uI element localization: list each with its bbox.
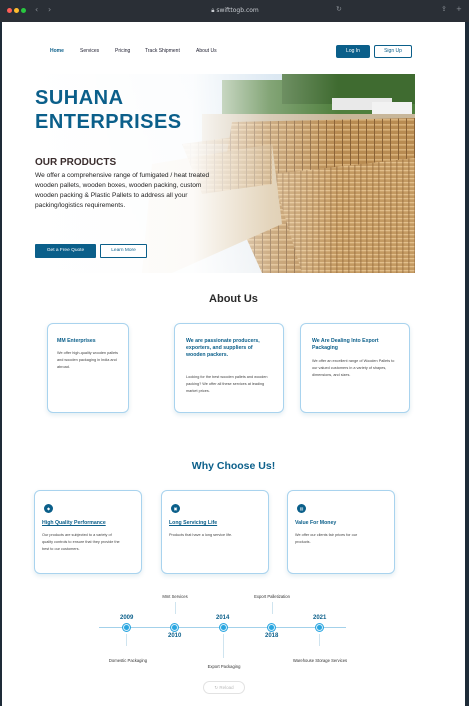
hero-section: SUHANA ENTERPRISES OUR PRODUCTS We offer… [32, 74, 415, 273]
learn-more-button[interactable]: Learn More [100, 244, 147, 258]
reload-icon: ↻ [214, 685, 219, 690]
share-icon[interactable]: ⇪ [441, 5, 447, 13]
about-card: MM Enterprises We offer high-quality woo… [47, 323, 129, 413]
nav-pricing[interactable]: Pricing [115, 48, 130, 54]
browser-window: ‹ › 🔒︎ swifttogb.com ↻ ⇪ + Home Services… [0, 0, 469, 706]
back-arrow-icon[interactable]: ‹ [35, 5, 38, 14]
timeline-stem [175, 602, 176, 614]
about-card: We Are Dealing Into Export Packaging We … [300, 323, 410, 413]
timeline-label: Mmt Services [162, 594, 188, 599]
timeline-node[interactable] [220, 624, 227, 631]
hero-title-line1: SUHANA [35, 87, 124, 109]
about-card-title: We Are Dealing Into Export Packaging [312, 338, 379, 351]
about-card-text: We offer an excellent range of Wooden Pa… [312, 359, 395, 377]
browser-toolbar: ‹ › 🔒︎ swifttogb.com ↻ ⇪ + [0, 0, 469, 22]
timeline-stem [223, 634, 224, 658]
tag-icon: ▤ [297, 504, 306, 513]
close-dot[interactable] [7, 8, 12, 13]
signup-button[interactable]: Sign Up [374, 45, 412, 58]
timeline-label: Export Packaging [207, 664, 241, 669]
about-heading: About Us [209, 293, 258, 305]
timeline-year: 2010 [168, 633, 182, 639]
about-card-text: We offer high-quality wooden pallets and… [57, 351, 119, 369]
nav-services[interactable]: Services [80, 48, 99, 54]
timeline-stem [272, 602, 273, 614]
timeline-label: Domestic Packaging [108, 658, 148, 663]
timeline-label: Warehouse Storage Services [292, 658, 348, 663]
products-description: We offer a comprehensive range of fumiga… [35, 172, 210, 209]
timeline-year: 2014 [216, 615, 230, 621]
feature-text: Our products are subjected to a variety … [42, 533, 120, 551]
timeline-node[interactable] [123, 624, 130, 631]
feature-title[interactable]: High Quality Performance [42, 520, 106, 526]
shield-icon: ◆ [44, 504, 53, 513]
products-heading: OUR PRODUCTS [35, 157, 117, 168]
hero-title-line2: ENTERPRISES [35, 111, 182, 133]
timeline-stem [126, 634, 127, 646]
feature-card: ◆ High Quality Performance Our products … [34, 490, 142, 574]
timeline-node[interactable] [316, 624, 323, 631]
timeline-year: 2009 [120, 615, 134, 621]
new-tab-icon[interactable]: + [456, 5, 462, 13]
nav-track-shipment[interactable]: Track Shipment [145, 48, 180, 54]
nav-about-us[interactable]: About Us [196, 48, 217, 54]
lock-icon: 🔒︎ [211, 7, 215, 14]
feature-title[interactable]: Value For Money [295, 520, 336, 526]
reload-button[interactable]: ↻ Reload [203, 681, 245, 694]
feature-card: ▤ Value For Money We offer our clients f… [287, 490, 395, 574]
why-choose-heading: Why Choose Us! [191, 460, 276, 472]
feature-card: ▣ Long Servicing Life Products that have… [161, 490, 269, 574]
feature-title[interactable]: Long Servicing Life [169, 520, 217, 526]
forward-arrow-icon[interactable]: › [48, 5, 51, 14]
timeline-stem [319, 634, 320, 646]
timeline-year: 2021 [313, 615, 327, 621]
feature-text: Products that have a long service life. [169, 533, 233, 537]
timeline-year: 2018 [265, 633, 279, 639]
about-card-title: MM Enterprises [57, 338, 96, 344]
feature-text: We offer our clients fair prices for our… [295, 533, 358, 544]
minimize-dot[interactable] [14, 8, 19, 13]
timeline-node[interactable] [171, 624, 178, 631]
timeline-node[interactable] [268, 624, 275, 631]
address-bar[interactable]: 🔒︎ swifttogb.com [200, 5, 270, 17]
box-icon: ▣ [171, 504, 180, 513]
url-text: swifttogb.com [216, 7, 259, 14]
free-quote-button[interactable]: Get a Free Quote [35, 244, 96, 258]
about-card-text: Looking for the best wooden pallets and … [186, 375, 268, 393]
nav-home[interactable]: Home [50, 48, 64, 54]
timeline-label: Export Palletization [254, 594, 290, 599]
hero-title: SUHANA ENTERPRISES [35, 86, 255, 134]
web-page: Home Services Pricing Track Shipment Abo… [2, 22, 465, 706]
about-card-title: We are passionate producers, exporters, … [186, 338, 260, 358]
login-button[interactable]: Log In [336, 45, 370, 58]
reload-label: Reload [219, 685, 234, 690]
about-card: We are passionate producers, exporters, … [174, 323, 284, 413]
maximize-dot[interactable] [21, 8, 26, 13]
refresh-icon[interactable]: ↻ [336, 5, 342, 13]
